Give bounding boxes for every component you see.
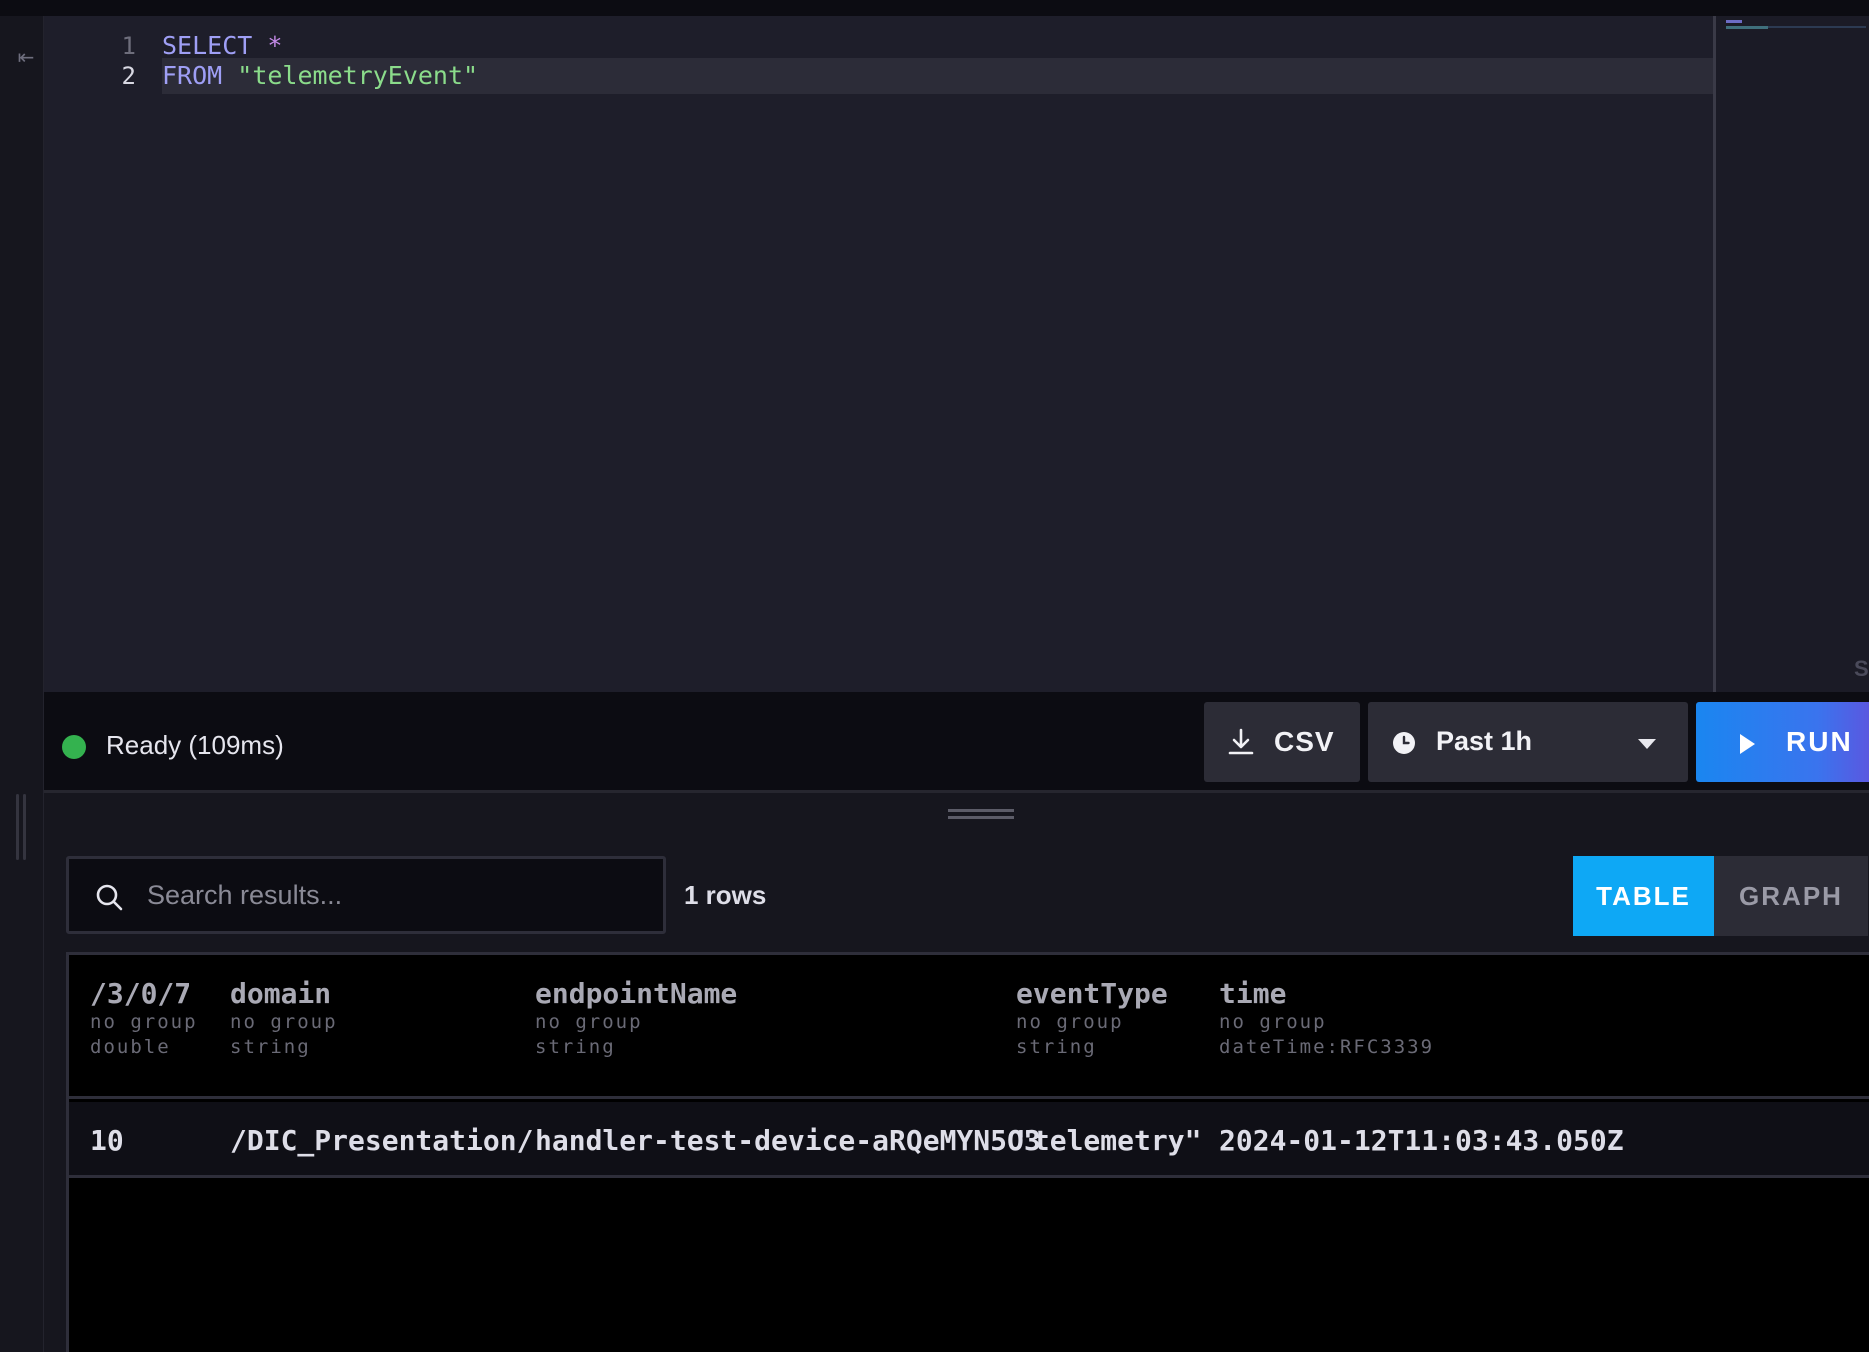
column-name: domain [230,977,332,1010]
column-header[interactable]: /3/0/7 no group double [90,977,198,1060]
status-bar: Ready (109ms) CSV Past 1h RUN [44,692,1869,790]
line-number-gutter: 1 2 [44,16,140,692]
tab-graph[interactable]: GRAPH [1714,856,1868,936]
time-range-label: Past 1h [1436,726,1533,756]
table-cell: 10 [90,1124,124,1157]
tab-table[interactable]: TABLE [1573,856,1714,936]
column-group: no group [535,1011,643,1033]
table-cell: "telemetry" [1016,1124,1202,1157]
column-type: double [90,1036,171,1058]
column-name: eventType [1016,977,1168,1010]
table-cell: 2024-01-12T11:03:43.050Z [1219,1124,1624,1157]
run-button[interactable]: RUN [1696,702,1869,782]
code-area[interactable]: SELECT * FROM "telemetryEvent" [140,16,1714,692]
sql-string: "telemetryEvent" [222,61,479,90]
results-panel: 1 rows TABLE GRAPH /3/0/7 no group doubl… [44,830,1869,1352]
results-table: /3/0/7 no group double domain no group s… [66,952,1869,1352]
time-range-dropdown[interactable]: Past 1h [1368,702,1688,782]
column-header[interactable]: eventType no group string [1016,977,1168,1060]
search-box[interactable] [66,856,666,934]
chevron-down-icon [1638,739,1656,749]
sidebar-resize-handle[interactable] [16,794,28,860]
search-input[interactable] [147,873,647,917]
code-line-active[interactable]: FROM "telemetryEvent" [162,58,1714,94]
csv-label: CSV [1274,726,1335,757]
column-header[interactable]: time no group dateTime:RFC3339 [1219,977,1434,1060]
search-icon [96,884,123,911]
clock-icon [1393,732,1415,754]
column-type: string [230,1036,311,1058]
column-group: no group [1016,1011,1124,1033]
row-count: 1 rows [684,880,767,910]
query-editor[interactable]: 1 2 SELECT * FROM "telemetryEvent" Sc [44,16,1869,692]
status-indicator [62,735,86,759]
minimap[interactable]: Sc [1716,16,1869,692]
run-label: RUN [1786,726,1853,757]
table-header: /3/0/7 no group double domain no group s… [69,955,1869,1099]
column-name: /3/0/7 [90,977,192,1010]
table-cell: /DIC_Presentation/ [230,1124,534,1157]
collapse-left-icon[interactable]: ⇤ [16,46,36,68]
csv-download-button[interactable]: CSV [1204,702,1360,782]
column-type: dateTime:RFC3339 [1219,1036,1435,1058]
sql-keyword: FROM [162,61,223,90]
play-icon [1740,734,1755,754]
column-group: no group [1219,1011,1327,1033]
column-header[interactable]: endpointName no group string [535,977,737,1060]
panel-resize-handle[interactable] [44,790,1869,830]
sql-keyword: SELECT [162,31,253,60]
column-group: no group [90,1011,198,1033]
column-header[interactable]: domain no group string [230,977,338,1060]
left-rail: ⇤ [0,16,44,1352]
column-name: endpointName [535,977,738,1010]
table-row[interactable]: 10 /DIC_Presentation/ handler-test-devic… [69,1102,1869,1178]
line-number: 2 [121,62,136,90]
sql-operand: * [252,31,283,60]
column-type: string [535,1036,616,1058]
top-strip [0,0,1869,16]
column-group: no group [230,1011,338,1033]
column-type: string [1016,1036,1097,1058]
column-name: time [1219,977,1287,1010]
status-text: Ready (109ms) [106,730,284,760]
table-cell: handler-test-device-aRQeMYN5O3 [535,1124,1041,1157]
download-icon [1228,728,1254,755]
